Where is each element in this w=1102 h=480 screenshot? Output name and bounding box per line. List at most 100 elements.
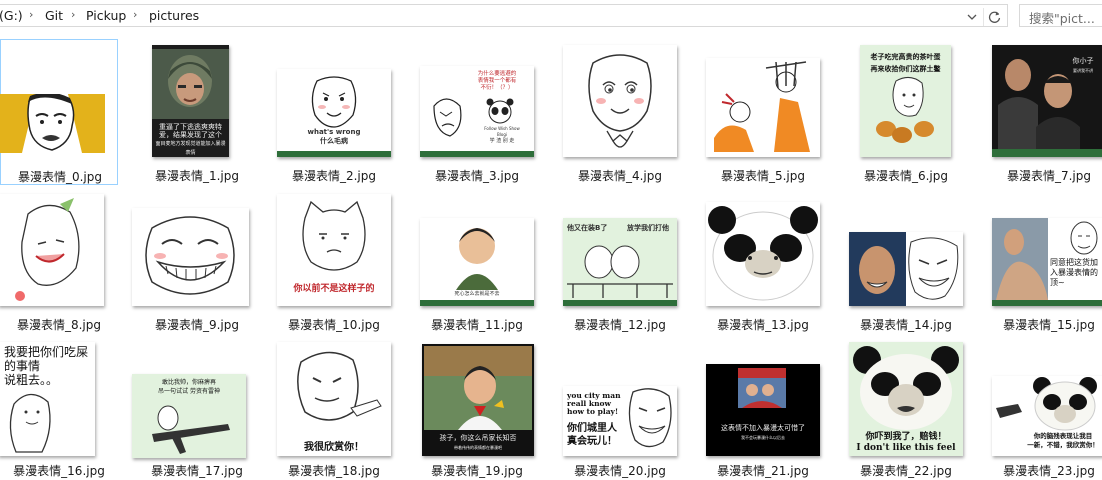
file-item[interactable]: 为什么要逃避的 表情我一个都有 不衍！（？） Follow Wish Show … — [418, 39, 536, 185]
breadcrumb-chevron-icon[interactable]: › — [133, 8, 137, 22]
thumb-caption: 你的脑残表现让我目 — [1033, 432, 1093, 440]
file-thumbnail — [0, 94, 105, 153]
file-name: 暴漫表情_15.jpg — [1003, 318, 1095, 332]
file-thumbnail — [563, 45, 677, 157]
file-name: 暴漫表情_4.jpg — [577, 169, 663, 183]
file-thumbnail: 你的脑残表现让我目 一新，不错，我欣赏你！ — [992, 376, 1102, 456]
file-item[interactable]: 你吓到我了，赔钱！ I don't like this feel 暴漫表情_22… — [847, 334, 965, 480]
thumb-caption: I don't like this feel — [856, 443, 956, 453]
file-name: 暴漫表情_20.jpg — [574, 464, 666, 478]
file-thumbnail: 你小子 要讲我不讲 — [992, 45, 1102, 157]
thumb-caption: 这表情不加入暴漫太可惜了 — [721, 424, 805, 432]
file-name: 暴漫表情_0.jpg — [17, 170, 103, 184]
thumb-caption: 我很欣赏你！ — [304, 442, 364, 453]
file-thumbnail: 为什么要逃避的 表情我一个都有 不衍！（？） Follow Wish Show … — [420, 66, 534, 157]
file-item[interactable]: 你以前不是这样子的 暴漫表情_10.jpg — [275, 188, 393, 334]
file-item[interactable]: 暴漫表情_9.jpg — [132, 188, 256, 334]
thumb-caption: 爱，结果发现了这个 — [159, 131, 222, 139]
breadcrumb-chevron-icon[interactable]: › — [29, 8, 33, 22]
thumb-caption: 你吓到我了，赔钱！ — [865, 432, 947, 442]
file-thumbnail — [132, 208, 249, 306]
file-thumbnail: 我要把你们吃屎 的事情 说粗去。。 — [0, 342, 95, 456]
file-name: 暴漫表情_12.jpg — [574, 318, 666, 332]
thumb-caption: 表情我一个都有 — [477, 78, 517, 84]
file-thumbnail: 你吓到我了，赔钱！ I don't like this feel — [849, 342, 963, 456]
file-thumbnail: 孩子，你这么吊家长知否 带着伟伟的表情都在暴漫吧 — [422, 344, 534, 456]
file-name: 暴漫表情_10.jpg — [288, 318, 380, 332]
search-box[interactable]: 搜索"pict... — [1019, 4, 1102, 27]
thumb-caption: 你小子 — [1072, 57, 1094, 65]
file-item[interactable]: 暴漫表情_5.jpg — [704, 39, 822, 185]
file-name: 暴漫表情_18.jpg — [288, 464, 380, 478]
file-item[interactable]: 孩子，你这么吊家长知否 带着伟伟的表情都在暴漫吧 暴漫表情_19.jpg — [418, 334, 536, 480]
file-name: 暴漫表情_23.jpg — [1003, 464, 1095, 478]
file-name: 暴漫表情_3.jpg — [434, 169, 520, 183]
thumb-caption: 为什么要逃避的 — [477, 71, 517, 77]
file-item[interactable]: 我很欣赏你！ 暴漫表情_18.jpg — [275, 334, 393, 480]
thumb-caption: 同意把这货加 — [1050, 258, 1098, 267]
file-item[interactable]: you city man reall know how to play! 你们城… — [561, 334, 679, 480]
thumb-caption: 重逼了下逃逃爽爽特 — [159, 123, 222, 131]
file-thumbnail — [849, 232, 963, 306]
thumb-caption: 入暴漫表情的 — [1050, 268, 1098, 277]
file-thumbnail: 敢比我帅，你麻痹再 吊一句试试 劳资有雷神 — [132, 374, 246, 458]
file-name: 暴漫表情_13.jpg — [717, 318, 809, 332]
breadcrumb-drive[interactable]: (G:) — [0, 9, 23, 23]
breadcrumb-pictures[interactable]: pictures — [149, 9, 199, 23]
file-thumbnail: 死心怎么去就是不去 — [420, 218, 534, 306]
file-item[interactable]: 暴漫表情_0.jpg — [0, 39, 118, 185]
thumb-caption: 面目麦地方发现觉道能加入暴漫表情 — [155, 141, 226, 156]
file-item[interactable]: 这表情不加入暴漫太可惜了 我不会玩暴漫什么以后去 暴漫表情_21.jpg — [704, 334, 822, 480]
thumb-caption: what's wrong — [307, 128, 361, 136]
file-item[interactable]: 重逼了下逃逃爽爽特 爱，结果发现了这个 面目麦地方发现觉道能加入暴漫表情 暴漫表… — [138, 39, 256, 185]
thumb-caption: Follow Wish Show Blogi — [484, 126, 520, 137]
file-name: 暴漫表情_9.jpg — [154, 318, 240, 332]
file-name: 暴漫表情_8.jpg — [16, 318, 102, 332]
thumb-caption: 什么毛病 — [320, 137, 348, 145]
thumb-caption: 学 渣 别 走 — [489, 138, 515, 144]
file-item[interactable]: 同意把这货加 入暴漫表情的 顶~ 暴漫表情_15.jpg — [990, 188, 1102, 334]
file-item[interactable]: 暴漫表情_8.jpg — [0, 188, 118, 334]
thumb-caption: 你以前不是这样子的 — [293, 284, 375, 294]
file-item[interactable]: 我要把你们吃屎 的事情 说粗去。。 暴漫表情_16.jpg — [0, 334, 118, 480]
file-thumbnail: 这表情不加入暴漫太可惜了 我不会玩暴漫什么以后去 — [706, 364, 820, 456]
thumb-caption: 不衍！（？） — [480, 85, 514, 91]
file-thumbnail — [0, 194, 104, 306]
file-name: 暴漫表情_21.jpg — [717, 464, 809, 478]
thumb-caption: 我不会玩暴漫什么以后去 — [741, 435, 785, 440]
file-thumbnail — [706, 202, 820, 306]
file-thumbnail: 你以前不是这样子的 — [277, 194, 391, 306]
address-bar[interactable]: (G:) › Git › Pickup › pictures — [0, 4, 1008, 27]
file-thumbnail: 同意把这货加 入暴漫表情的 顶~ — [992, 218, 1102, 306]
file-item[interactable]: 你小子 要讲我不讲 暴漫表情_7.jpg — [990, 39, 1102, 185]
breadcrumb-chevron-icon[interactable]: › — [71, 8, 75, 22]
file-item[interactable]: 你的脑残表现让我目 一新，不错，我欣赏你！ 暴漫表情_23.jpg — [990, 334, 1102, 480]
file-name: 暴漫表情_17.jpg — [151, 464, 243, 478]
thumb-caption: 死心怎么去就是不去 — [454, 291, 500, 297]
file-name: 暴漫表情_5.jpg — [720, 169, 806, 183]
file-item[interactable]: 他又在装B了 放学我们打他 暴漫表情_12.jpg — [561, 188, 679, 334]
file-name: 暴漫表情_19.jpg — [431, 464, 523, 478]
file-name: 暴漫表情_14.jpg — [860, 318, 952, 332]
file-thumbnail: 老子吃完高贵的茶叶蛋 再来收拾你们这群土鳖 — [860, 45, 951, 157]
file-item[interactable]: what's wrong 什么毛病 暴漫表情_2.jpg — [275, 39, 393, 185]
file-item[interactable]: 暴漫表情_4.jpg — [561, 39, 679, 185]
history-dropdown-chevron-down-icon[interactable] — [963, 9, 981, 25]
thumb-caption: 要讲我不讲 — [1073, 68, 1093, 73]
thumb-caption: 带着伟伟的表情都在暴漫吧 — [454, 445, 502, 450]
file-item[interactable]: 暴漫表情_14.jpg — [847, 188, 965, 334]
file-name: 暴漫表情_11.jpg — [431, 318, 523, 332]
file-item[interactable]: 敢比我帅，你麻痹再 吊一句试试 劳资有雷神 暴漫表情_17.jpg — [132, 334, 256, 480]
file-thumbnail: you city man reall know how to play! 你们城… — [563, 386, 677, 456]
file-item[interactable]: 暴漫表情_13.jpg — [704, 188, 822, 334]
breadcrumb-pickup[interactable]: Pickup — [86, 9, 126, 23]
file-item[interactable]: 死心怎么去就是不去 暴漫表情_11.jpg — [418, 188, 536, 334]
file-name: 暴漫表情_2.jpg — [291, 169, 377, 183]
file-thumbnail — [706, 58, 820, 157]
breadcrumb-git[interactable]: Git — [45, 9, 63, 23]
file-item[interactable]: 老子吃完高贵的茶叶蛋 再来收拾你们这群土鳖 暴漫表情_6.jpg — [847, 39, 965, 185]
thumb-caption: 一新，不错，我欣赏你！ — [1027, 441, 1099, 449]
refresh-icon[interactable] — [983, 8, 1006, 26]
search-input[interactable]: 搜索"pict... — [1029, 8, 1095, 27]
file-thumbnail: 他又在装B了 放学我们打他 — [563, 218, 677, 306]
